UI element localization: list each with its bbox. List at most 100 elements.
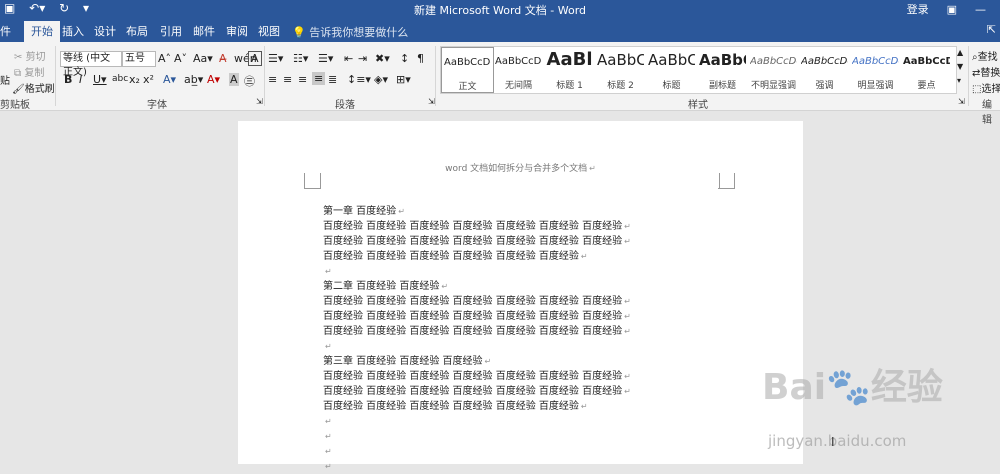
tab-review[interactable]: 审阅	[226, 23, 248, 39]
style-no-spacing[interactable]: AaBbCcDc 无间隔	[493, 47, 544, 91]
sort-icon[interactable]: ↕	[400, 52, 409, 65]
document-paragraph[interactable]: 百度经验 百度经验 百度经验 百度经验 百度经验 百度经验 百度经验 ↵	[323, 369, 631, 384]
show-formatting-marks-icon[interactable]: ¶	[417, 52, 424, 65]
replace-button[interactable]: ⇄替换	[972, 64, 1000, 79]
underline-icon[interactable]: U▾	[93, 73, 107, 86]
login-link[interactable]: 登录	[907, 1, 929, 17]
shading-icon[interactable]: ◈▾	[374, 73, 388, 86]
document-paragraph[interactable]: ↵	[323, 444, 631, 459]
style-subtle-emphasis[interactable]: AaBbCcDc 不明显强调	[748, 47, 799, 91]
distributed-icon[interactable]: ≣	[328, 73, 337, 86]
borders-icon[interactable]: ⊞▾	[396, 73, 411, 86]
grow-font-icon[interactable]: A˄	[158, 52, 171, 65]
bold-icon[interactable]: B	[64, 73, 72, 86]
superscript-icon[interactable]: x²	[143, 73, 154, 86]
style-name: 强调	[815, 81, 834, 91]
ribbon-display-icon[interactable]: ▣	[947, 3, 957, 16]
enclose-characters-icon[interactable]: ㊂	[244, 73, 255, 89]
document-paragraph[interactable]: ↵	[323, 429, 631, 444]
numbering-icon[interactable]: ☷▾	[293, 52, 308, 65]
change-case-icon[interactable]: Aa▾	[193, 52, 213, 65]
document-paragraph[interactable]: 第一章 百度经验 ↵	[323, 204, 631, 219]
font-size-select[interactable]: 五号	[122, 51, 156, 67]
document-paragraph[interactable]: 百度经验 百度经验 百度经验 百度经验 百度经验 百度经验 百度经验 ↵	[323, 219, 631, 234]
style-preview: AaBbC	[597, 51, 644, 69]
clear-formatting-icon[interactable]: A̶	[219, 52, 227, 65]
tab-layout[interactable]: 布局	[126, 23, 148, 39]
style-strong[interactable]: AaBbCcD 要点	[901, 47, 952, 91]
align-center-icon[interactable]: ≡	[283, 73, 292, 86]
style-normal[interactable]: AaBbCcDc 正文	[441, 47, 494, 93]
paragraph-dialog-launcher-icon[interactable]: ⇲	[428, 97, 435, 106]
align-right-icon[interactable]: ≡	[298, 73, 307, 86]
document-paragraph[interactable]: ↵	[323, 264, 631, 279]
document-paragraph[interactable]: 百度经验 百度经验 百度经验 百度经验 百度经验 百度经验 百度经验 ↵	[323, 384, 631, 399]
document-paragraph[interactable]: ↵	[323, 459, 631, 474]
highlight-icon[interactable]: ab̲▾	[184, 73, 203, 86]
cut-button[interactable]: ✂ 剪切	[14, 48, 46, 63]
tab-view[interactable]: 视图	[258, 23, 280, 39]
tab-home[interactable]: 开始	[24, 21, 60, 42]
decrease-indent-icon[interactable]: ⇤	[344, 52, 353, 65]
style-heading-1[interactable]: AaBl 标题 1	[544, 47, 595, 91]
select-button[interactable]: ⬚选择	[972, 80, 1000, 95]
document-paragraph[interactable]: 百度经验 百度经验 百度经验 百度经验 百度经验 百度经验 百度经验 ↵	[323, 294, 631, 309]
paragraph-mark: ↵	[624, 327, 631, 336]
paragraph-mark: ↵	[484, 357, 492, 366]
tab-design[interactable]: 设计	[94, 23, 116, 39]
character-border-icon[interactable]: A	[248, 51, 262, 66]
style-intense-emphasis[interactable]: AaBbCcDc 明显强调	[850, 47, 901, 91]
increase-indent-icon[interactable]: ⇥	[358, 52, 367, 65]
italic-icon[interactable]: I	[79, 73, 82, 86]
shrink-font-icon[interactable]: A˅	[174, 52, 187, 65]
document-paragraph[interactable]: ↵	[323, 339, 631, 354]
find-button[interactable]: ⌕查找	[972, 48, 998, 63]
font-color-icon[interactable]: A▾	[207, 73, 220, 86]
style-subtitle[interactable]: AaBbC 副标题	[697, 47, 748, 91]
minimize-icon[interactable]: —	[975, 3, 986, 16]
align-left-icon[interactable]: ≡	[268, 73, 277, 86]
styles-more-icon[interactable]: ▾	[957, 76, 961, 85]
styles-scroll-up-icon[interactable]: ▲	[957, 48, 963, 57]
document-paragraph[interactable]: 百度经验 百度经验 百度经验 百度经验 百度经验 百度经验 ↵	[323, 399, 631, 414]
style-title[interactable]: AaBbC 标题	[646, 47, 697, 91]
document-paragraph[interactable]: 第三章 百度经验 百度经验 百度经验 ↵	[323, 354, 631, 369]
document-paragraph[interactable]: 百度经验 百度经验 百度经验 百度经验 百度经验 百度经验 百度经验 ↵	[323, 324, 631, 339]
document-body[interactable]: 第一章 百度经验 ↵ 百度经验 百度经验 百度经验 百度经验 百度经验 百度经验 百…	[323, 204, 631, 474]
font-dialog-launcher-icon[interactable]: ⇲	[256, 97, 263, 106]
share-icon[interactable]: ⇱	[987, 23, 996, 36]
paragraph-text: 第一章 百度经验	[323, 206, 397, 217]
ribbon-home: ✂ 剪切 ⧉ 复制 贴 🖌格式刷 剪贴板 等线 (中文正文) 五号 A˄ A˅ …	[0, 42, 1000, 126]
tab-references[interactable]: 引用	[160, 23, 182, 39]
styles-dialog-launcher-icon[interactable]: ⇲	[958, 97, 965, 106]
style-emphasis[interactable]: AaBbCcDc 强调	[799, 47, 850, 91]
font-family-select[interactable]: 等线 (中文正文)	[60, 51, 122, 78]
justify-icon[interactable]: ≡	[312, 72, 326, 85]
document-paragraph[interactable]: ↵	[323, 414, 631, 429]
header-boundary	[320, 173, 720, 188]
character-shading-icon[interactable]: A	[229, 73, 239, 86]
styles-scroll-down-icon[interactable]: ▼	[957, 62, 963, 71]
style-heading-2[interactable]: AaBbC 标题 2	[595, 47, 646, 91]
chinese-layout-icon[interactable]: ✖▾	[375, 52, 390, 65]
line-spacing-icon[interactable]: ↕≡▾	[347, 73, 371, 86]
tab-file[interactable]: 件	[0, 23, 11, 39]
format-painter-button[interactable]: 🖌格式刷	[12, 80, 55, 95]
document-paragraph[interactable]: 第二章 百度经验 百度经验 ↵	[323, 279, 631, 294]
document-paragraph[interactable]: 百度经验 百度经验 百度经验 百度经验 百度经验 百度经验 ↵	[323, 249, 631, 264]
document-page[interactable]: word 文档如何拆分与合并多个文档 ↵ 第一章 百度经验 ↵ 百度经验 百度经验 百…	[238, 121, 803, 471]
multilevel-list-icon[interactable]: ☰▾	[318, 52, 333, 65]
paste-button[interactable]: 贴	[0, 72, 10, 87]
style-preview: AaBbCcD	[903, 56, 950, 67]
tab-mailings[interactable]: 邮件	[193, 23, 215, 39]
strikethrough-icon[interactable]: abc	[112, 74, 128, 84]
bullets-icon[interactable]: ☰▾	[268, 52, 283, 65]
subscript-icon[interactable]: x₂	[129, 73, 140, 86]
copy-button[interactable]: ⧉ 复制	[14, 64, 44, 79]
cut-label: 剪切	[25, 52, 46, 63]
document-paragraph[interactable]: 百度经验 百度经验 百度经验 百度经验 百度经验 百度经验 百度经验 ↵	[323, 309, 631, 324]
text-effects-icon[interactable]: A▾	[163, 73, 176, 86]
tab-insert[interactable]: 插入	[62, 23, 84, 39]
document-paragraph[interactable]: 百度经验 百度经验 百度经验 百度经验 百度经验 百度经验 百度经验 ↵	[323, 234, 631, 249]
tell-me-box[interactable]: 💡 告诉我你想要做什么	[292, 24, 408, 40]
